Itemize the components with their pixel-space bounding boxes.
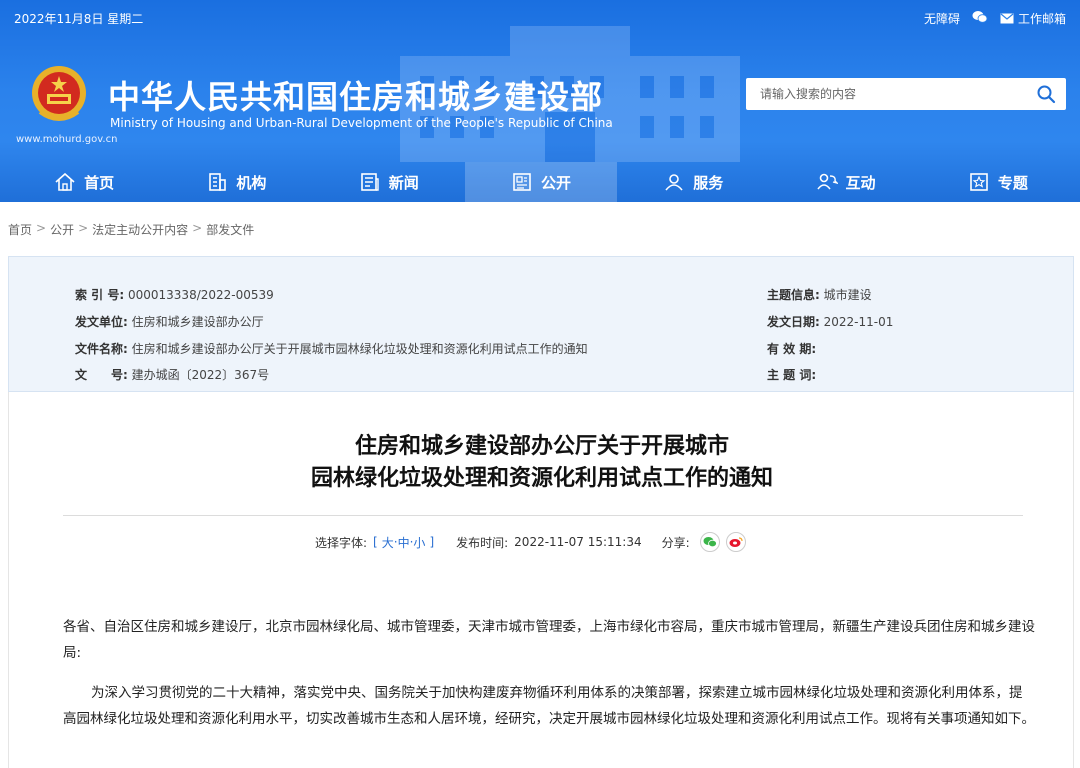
current-date: 2022年11月8日 星期二 xyxy=(14,12,144,26)
service-icon xyxy=(665,174,683,191)
nav-item-news[interactable]: 新闻 xyxy=(313,162,465,202)
meta-validity-row: 有 效 期: xyxy=(767,340,816,357)
site-subtitle-en: Ministry of Housing and Urban-Rural Deve… xyxy=(110,116,613,130)
meta-index-value: 000013338/2022-00539 xyxy=(127,288,274,302)
meta-topic-key: 主题信息: xyxy=(767,288,820,302)
search-icon[interactable] xyxy=(1036,84,1056,104)
breadcrumb-home[interactable]: 首页 xyxy=(8,221,32,238)
building-icon xyxy=(209,173,227,191)
document-meta-box: 索 引 号: 000013338/2022-00539 发文单位: 住房和城乡建… xyxy=(8,256,1074,392)
site-header: 2022年11月8日 星期二 无障碍 工作邮箱 www.mohurd.gov.c… xyxy=(0,0,1080,202)
meta-validity-key: 有 效 期: xyxy=(767,342,817,356)
meta-issuer-row: 发文单位: 住房和城乡建设部办公厅 xyxy=(75,313,264,330)
news-icon xyxy=(360,173,379,191)
wechat-icon[interactable] xyxy=(972,10,988,27)
accessibility-link[interactable]: 无障碍 xyxy=(924,10,960,27)
publish-time-label: 发布时间: xyxy=(456,535,509,550)
meta-date-key: 发文日期: xyxy=(767,315,820,329)
meta-topic-row: 主题信息: 城市建设 xyxy=(767,286,872,303)
site-title[interactable]: 中华人民共和国住房和城乡建设部 xyxy=(108,72,603,118)
meta-date-value: 2022-11-01 xyxy=(823,315,894,329)
home-icon xyxy=(55,172,75,191)
share-wechat-icon[interactable] xyxy=(699,532,720,552)
work-mail-label: 工作邮箱 xyxy=(1017,12,1066,26)
font-size-label: 选择字体: xyxy=(315,535,368,550)
nav-label: 首页 xyxy=(84,173,115,192)
font-bracket-open: [ xyxy=(373,535,378,549)
breadcrumb-separator: > xyxy=(78,221,89,235)
title-divider xyxy=(63,515,1023,516)
meta-issuer-value: 住房和城乡建设部办公厅 xyxy=(131,315,264,329)
article-tools: 选择字体: [ 大 · 中 · 小 ] 发布时间: 2022-11-07 15:… xyxy=(315,532,746,552)
nav-label: 公开 xyxy=(540,173,571,192)
nav-item-org[interactable]: 机构 xyxy=(160,162,312,202)
share-weibo-icon[interactable] xyxy=(725,532,746,552)
nav-item-interaction[interactable]: 互动 xyxy=(769,162,921,202)
nav-item-disclosure[interactable]: 公开 xyxy=(464,162,618,202)
breadcrumb-disclosure[interactable]: 公开 xyxy=(50,221,74,238)
font-size-medium[interactable]: 中 xyxy=(398,534,410,551)
national-emblem-icon[interactable] xyxy=(30,64,88,126)
meta-subject-key: 主 题 词: xyxy=(767,368,817,382)
meta-filename-value: 住房和城乡建设部办公厅关于开展城市园林绿化垃圾处理和资源化利用试点工作的通知 xyxy=(131,342,588,356)
top-links: 无障碍 工作邮箱 xyxy=(924,10,1066,27)
disclosure-icon xyxy=(513,173,531,191)
meta-docno-key: 文 号: xyxy=(75,368,128,382)
meta-date-row: 发文日期: 2022-11-01 xyxy=(767,313,893,330)
interaction-icon xyxy=(816,173,838,190)
meta-index-key: 索 引 号: xyxy=(75,288,125,302)
article-paragraph-intro: 为深入学习贯彻党的二十大精神，落实党中央、国务院关于加快构建废弃物循环利用体系的… xyxy=(63,685,1035,727)
breadcrumb-separator: > xyxy=(36,221,47,235)
breadcrumb: 首页 > 公开 > 法定主动公开内容 > 部发文件 xyxy=(8,221,254,238)
nav-label: 专题 xyxy=(997,173,1028,192)
breadcrumb-separator: > xyxy=(192,221,203,235)
work-mail-link[interactable]: 工作邮箱 xyxy=(1000,10,1066,27)
meta-topic-value: 城市建设 xyxy=(823,288,872,302)
article-title-line-2: 园林绿化垃圾处理和资源化利用试点工作的通知 xyxy=(310,466,773,491)
font-bracket-close: ] xyxy=(429,535,435,549)
article-title-line-1: 住房和城乡建设部办公厅关于开展城市 xyxy=(354,434,729,459)
nav-label: 互动 xyxy=(845,173,876,192)
share-label: 分享: xyxy=(661,535,690,550)
font-size-large[interactable]: 大 xyxy=(382,534,394,551)
nav-label: 新闻 xyxy=(388,173,419,192)
meta-filename-row: 文件名称: 住房和城乡建设部办公厅关于开展城市园林绿化垃圾处理和资源化利用试点工… xyxy=(75,340,588,357)
nav-label: 机构 xyxy=(236,173,267,192)
font-size-small[interactable]: 小 xyxy=(413,534,425,551)
nav-label: 服务 xyxy=(693,173,724,192)
nav-item-service[interactable]: 服务 xyxy=(617,162,769,202)
meta-subject-row: 主 题 词: xyxy=(767,366,816,383)
meta-docno-row: 文 号: 建办城函〔2022〕367号 xyxy=(75,366,269,383)
article: 住房和城乡建设部办公厅关于开展城市 园林绿化垃圾处理和资源化利用试点工作的通知 … xyxy=(8,392,1074,768)
topic-icon xyxy=(970,173,988,191)
search-input[interactable] xyxy=(746,78,1016,110)
nav-item-home[interactable]: 首页 xyxy=(8,162,160,202)
top-bar: 2022年11月8日 星期二 无障碍 工作邮箱 xyxy=(0,0,1080,36)
meta-docno-value: 建办城函〔2022〕367号 xyxy=(131,368,270,382)
meta-issuer-key: 发文单位: xyxy=(75,315,128,329)
publish-time-value: 2022-11-07 15:11:34 xyxy=(514,535,642,549)
article-paragraph-salutation: 各省、自治区住房和城乡建设厅，北京市园林绿化局、城市管理委，天津市城市管理委，上… xyxy=(63,619,1035,661)
site-domain: www.mohurd.gov.cn xyxy=(16,134,118,145)
breadcrumb-documents[interactable]: 部发文件 xyxy=(206,221,254,238)
nav-item-topic[interactable]: 专题 xyxy=(922,162,1074,202)
main-nav: 首页 机构 新闻 公开 服务 互动 专题 xyxy=(8,162,1074,202)
meta-index-row: 索 引 号: 000013338/2022-00539 xyxy=(75,286,274,303)
mail-icon xyxy=(1000,13,1014,24)
meta-filename-key: 文件名称: xyxy=(75,342,128,356)
breadcrumb-statutory[interactable]: 法定主动公开内容 xyxy=(92,221,188,238)
search-box xyxy=(746,78,1066,110)
